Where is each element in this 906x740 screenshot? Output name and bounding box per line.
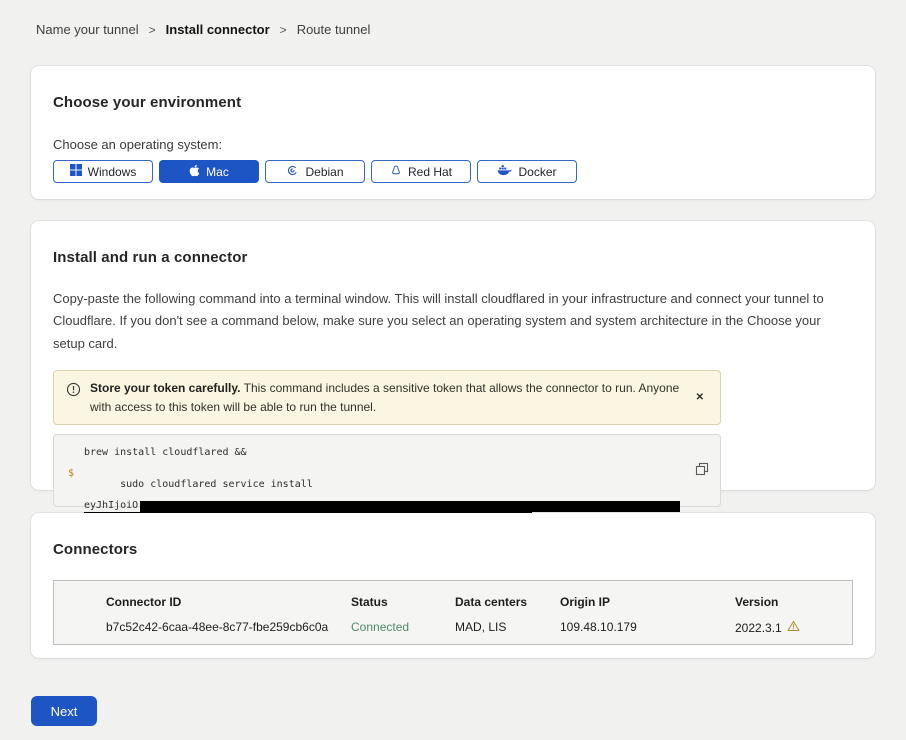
- os-button-group: Windows Mac Debian: [53, 160, 853, 183]
- os-button-label: Windows: [88, 165, 137, 179]
- redhat-icon: [390, 164, 402, 180]
- breadcrumb-separator: >: [280, 23, 287, 37]
- code-line-token: eyJhIjoiO: [84, 501, 706, 512]
- code-blank-line: [84, 459, 706, 470]
- connectors-card: Connectors Connector ID Status Data cent…: [31, 513, 875, 658]
- os-select-label: Choose an operating system:: [53, 137, 853, 152]
- col-header-connector-id: Connector ID: [106, 595, 351, 609]
- os-button-label: Mac: [206, 165, 229, 179]
- apple-icon: [189, 164, 200, 180]
- breadcrumb-separator: >: [149, 23, 156, 37]
- shell-prompt: $: [68, 469, 74, 480]
- os-button-windows[interactable]: Windows: [53, 160, 153, 183]
- warning-text: Store your token carefully. This command…: [90, 379, 683, 416]
- install-connector-card: Install and run a connector Copy-paste t…: [31, 221, 875, 490]
- os-button-docker[interactable]: Docker: [477, 160, 577, 183]
- debian-icon: [286, 164, 299, 180]
- cell-connector-id: b7c52c42-6caa-48ee-8c77-fbe259cb6c0a: [106, 620, 351, 635]
- install-description: Copy-paste the following command into a …: [53, 288, 853, 355]
- token-redaction-bar: [140, 501, 680, 512]
- code-line-sudo: $sudo cloudflared service install: [84, 469, 706, 501]
- warning-title: Store your token carefully.: [90, 381, 241, 395]
- card-title: Connectors: [53, 541, 853, 558]
- copy-icon[interactable]: [695, 462, 709, 476]
- next-button[interactable]: Next: [31, 696, 97, 726]
- cell-origin-ip: 109.48.10.179: [560, 620, 735, 635]
- close-icon[interactable]: ✕: [692, 390, 708, 405]
- col-header-status: Status: [351, 595, 455, 609]
- connectors-table: Connector ID Status Data centers Origin …: [53, 580, 853, 645]
- col-header-origin-ip: Origin IP: [560, 595, 735, 609]
- os-button-debian[interactable]: Debian: [265, 160, 365, 183]
- breadcrumb-step-route-tunnel[interactable]: Route tunnel: [297, 22, 371, 37]
- cell-version: 2022.3.1: [735, 620, 852, 635]
- cell-data-centers: MAD, LIS: [455, 620, 560, 635]
- card-title: Choose your environment: [53, 94, 853, 111]
- choose-environment-card: Choose your environment Choose an operat…: [31, 66, 875, 199]
- install-command-code-block: brew install cloudflared && $sudo cloudf…: [53, 434, 721, 507]
- warning-triangle-icon: [787, 620, 800, 635]
- breadcrumb-step-name-tunnel[interactable]: Name your tunnel: [36, 22, 139, 37]
- os-button-mac[interactable]: Mac: [159, 160, 259, 183]
- token-warning-banner: Store your token carefully. This command…: [53, 370, 721, 425]
- cell-status: Connected: [351, 620, 455, 635]
- os-button-label: Debian: [305, 165, 343, 179]
- code-line-brew: brew install cloudflared &&: [84, 448, 706, 459]
- token-prefix: eyJhIjoiO: [84, 501, 138, 512]
- breadcrumb-step-install-connector[interactable]: Install connector: [166, 22, 270, 37]
- windows-icon: [70, 164, 82, 179]
- os-button-label: Red Hat: [408, 165, 452, 179]
- os-button-redhat[interactable]: Red Hat: [371, 160, 471, 183]
- os-button-label: Docker: [518, 165, 556, 179]
- card-title: Install and run a connector: [53, 249, 853, 266]
- breadcrumb: Name your tunnel > Install connector > R…: [36, 22, 370, 37]
- col-header-data-centers: Data centers: [455, 595, 560, 609]
- alert-circle-icon: [66, 382, 81, 403]
- col-header-version: Version: [735, 595, 852, 609]
- docker-icon: [497, 164, 512, 179]
